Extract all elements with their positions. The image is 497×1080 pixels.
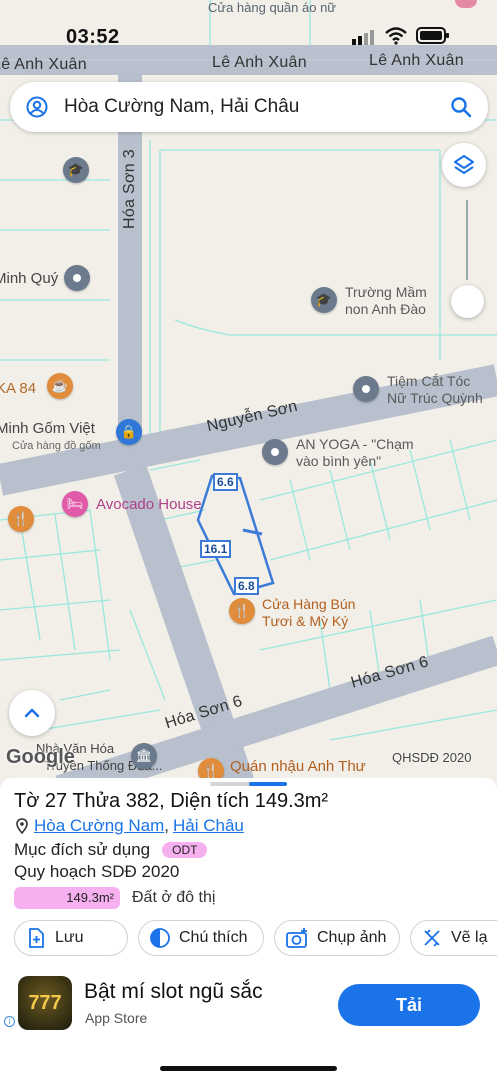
district-link[interactable]: Hải Châu: [173, 816, 244, 836]
poi-label-minh-gom-viet-sub: Cửa hàng đồ gốm: [12, 440, 101, 452]
restaurant-pin-bun[interactable]: 🍴: [229, 598, 255, 624]
plan-type-label: Đất ở đô thị: [132, 889, 216, 906]
poi-pin-tiem-cat-toc[interactable]: [353, 376, 379, 402]
action-chips: Lưu Chú thích Chụp ảnh Vẽ lạ: [14, 920, 497, 956]
google-logo: Google: [6, 746, 75, 768]
landmark-pin-nha-van-hoa[interactable]: 🏛: [131, 743, 157, 769]
poi-label-truong-mam-non: Trường Mầm non Anh Đào: [345, 284, 427, 317]
save-button[interactable]: Lưu: [14, 920, 128, 956]
ad-install-button[interactable]: Tải: [338, 984, 480, 1026]
purpose-row: Mục đích sử dụng ODT: [14, 840, 208, 860]
ward-link[interactable]: Hòa Cường Nam: [34, 816, 164, 836]
layers-button[interactable]: [442, 143, 486, 187]
road-label-le-anh-xuan-right: Lê Anh Xuân: [369, 52, 464, 69]
place-icon: [271, 448, 279, 456]
location-separator: ,: [164, 816, 169, 835]
opacity-slider-thumb[interactable]: [451, 285, 484, 318]
parcel-title: Tờ 27 Thửa 382, Diện tích 149.3m²: [14, 790, 329, 812]
ad-app-icon: 777: [18, 976, 72, 1030]
poi-label-an-yoga: AN YOGA - "Chạm vào bình yên": [296, 436, 414, 469]
road-label-hoa-son-3: Hóa Sơn 3: [121, 149, 138, 229]
cafe-pin-ka84[interactable]: ☕: [47, 373, 73, 399]
poi-pin-an-yoga[interactable]: [262, 439, 288, 465]
capture-button[interactable]: Chụp ảnh: [274, 920, 400, 956]
sheet-handle-indicator: [249, 782, 287, 786]
legend-label: Chú thích: [179, 929, 248, 946]
shop-pin-minh-gom-viet[interactable]: 🔒: [116, 419, 142, 445]
battery-icon: [416, 27, 450, 49]
hotel-pin-avocado[interactable]: 🛏: [62, 491, 88, 517]
opacity-slider-track[interactable]: [466, 200, 468, 280]
legend-button[interactable]: Chú thích: [138, 920, 264, 956]
place-icon: [73, 274, 81, 282]
plan-title: Quy hoạch SDĐ 2020: [14, 862, 180, 881]
add-photo-icon: [285, 927, 309, 949]
poi-label-quan-nhau: Quán nhậu Anh Thư: [230, 758, 366, 775]
fork-knife-icon: 🍴: [233, 603, 251, 618]
place-icon: [362, 385, 370, 393]
poi-label-cua-hang-bun: Cửa Hàng Bún Tươi & Mỳ Ký: [262, 596, 356, 629]
ad-info-icon[interactable]: i: [4, 1016, 15, 1027]
school-pin-top[interactable]: 🎓: [63, 157, 89, 183]
school-pin-mam-non[interactable]: 🎓: [311, 287, 337, 313]
dimension-label-left: 16.1: [200, 540, 232, 558]
purpose-code-badge: ODT: [162, 842, 208, 858]
school-icon: 🎓: [67, 162, 85, 177]
plan-area-bar: 149.3m²: [14, 887, 120, 909]
chevron-up-icon: [23, 707, 41, 719]
ad-title: Bật mí slot ngũ sắc: [84, 980, 263, 1003]
status-time: 03:52: [66, 26, 120, 48]
map-view[interactable]: 03:52 Lê Anh Xuân Lê Anh Xuân Lê Anh Xuâ…: [0, 0, 497, 790]
expand-up-button[interactable]: [9, 690, 55, 736]
search-query: Hòa Cường Nam, Hải Châu: [64, 96, 300, 117]
save-label: Lưu: [55, 929, 84, 946]
dimension-label-top: 6.6: [213, 473, 238, 491]
capture-label: Chụp ảnh: [317, 929, 387, 946]
dimension-label-bottom: 6.8: [234, 577, 259, 595]
poi-label-ka84: KA 84: [0, 380, 37, 397]
poi-label-top-shop: Cửa hàng quần áo nữ: [208, 0, 337, 15]
signal-icon: [352, 29, 376, 50]
poi-label-minh-quy: Minh Quý: [0, 270, 59, 287]
ad-source: App Store: [85, 1010, 148, 1026]
account-icon[interactable]: [26, 96, 48, 118]
add-document-icon: [25, 927, 47, 949]
plan-row: 149.3m² Đất ở đô thị: [14, 887, 215, 909]
shopping-bag-icon: 🔒: [120, 424, 138, 439]
restaurant-pin-left[interactable]: 🍴: [8, 506, 34, 532]
ad-banner[interactable]: 777 Bật mí slot ngũ sắc App Store Tải i: [0, 966, 497, 1042]
location-pin-icon: [16, 818, 28, 834]
purpose-label: Mục đích sử dụng: [14, 840, 151, 859]
landmark-icon: 🏛: [135, 748, 153, 763]
search-icon[interactable]: [450, 96, 472, 118]
poi-pin-minh-quy[interactable]: [64, 265, 90, 291]
draw-tools-icon: [421, 927, 443, 949]
poi-label-minh-gom-viet: Minh Gốm Việt: [0, 420, 95, 437]
home-indicator: [160, 1066, 337, 1071]
draw-button[interactable]: Vẽ lạ: [410, 920, 497, 956]
school-icon: 🎓: [315, 292, 333, 307]
poi-label-tiem-cat-toc: Tiệm Cắt Tóc Nữ Trúc Quỳnh: [387, 373, 483, 406]
fork-knife-icon: 🍴: [12, 511, 30, 526]
search-bar[interactable]: Hòa Cường Nam, Hải Châu: [10, 82, 488, 132]
parcel-location: Hòa Cường Nam , Hải Châu: [16, 816, 244, 836]
overlay-label: QHSDĐ 2020: [392, 750, 472, 765]
road-label-le-anh-xuan-left: Lê Anh Xuân: [0, 56, 87, 73]
road-label-le-anh-xuan-mid: Lê Anh Xuân: [212, 54, 307, 71]
cafe-icon: ☕: [51, 378, 69, 393]
wifi-icon: [385, 27, 407, 50]
poi-label-avocado-house: Avocado House: [96, 496, 202, 513]
layers-icon: [452, 153, 476, 177]
fork-knife-icon: 🍴: [202, 763, 220, 778]
contrast-icon: [149, 927, 171, 949]
draw-label: Vẽ lạ: [451, 929, 488, 946]
parcel-info-sheet: Tờ 27 Thửa 382, Diện tích 149.3m² Hòa Cư…: [0, 778, 497, 1080]
bed-icon: 🛏: [66, 496, 84, 511]
